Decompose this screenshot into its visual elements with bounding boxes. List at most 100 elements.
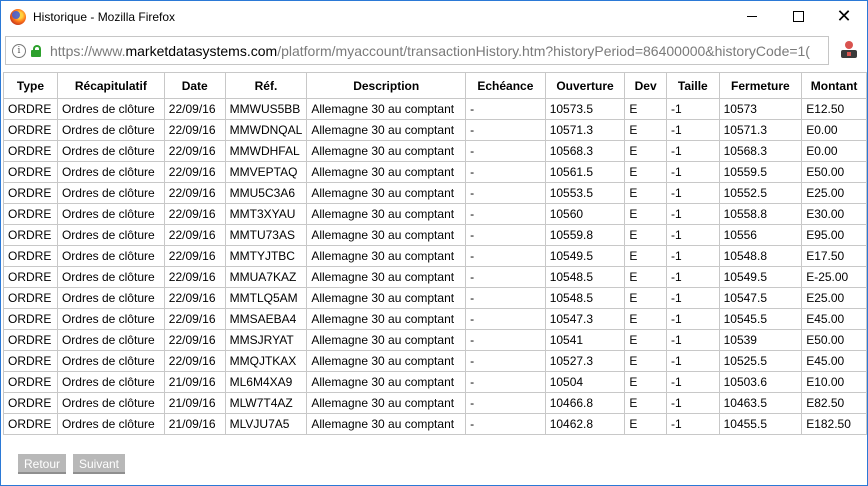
minimize-icon [747,16,757,17]
table-row: ORDRE Ordres de clôture 22/09/16 MMTU73AS Al… [3,224,867,246]
table-cell: E [624,266,667,288]
minimize-button[interactable] [729,1,775,32]
table-body: ORDRE Ordres de clôture 22/09/16 MMWUS5BB Al… [3,98,867,435]
table-header-row: Type Récapitulatif Date Réf. Description Eché… [3,72,867,99]
table-cell: E [624,161,667,183]
table-row: ORDRE Ordres de clôture 22/09/16 MMUA7KAZ Al… [3,266,867,288]
table-cell: E [624,98,667,120]
table-cell: 10455.5 [718,413,803,435]
table-row: ORDRE Ordres de clôture 22/09/16 MMT3XYAU Al… [3,203,867,225]
table-cell: Ordres de clôture [56,140,165,162]
table-cell: 10560 [544,203,626,225]
table-cell: Allemagne 30 au comptant [306,329,467,351]
table-cell: Ordres de clôture [56,119,165,141]
table-cell: E25.00 [801,182,867,204]
table-cell: E0.00 [801,140,867,162]
table-cell: MMVEPTAQ [224,161,308,183]
close-button[interactable]: ✕ [821,1,867,32]
table-cell: 10548.8 [718,245,803,267]
table-cell: ORDRE [3,245,58,267]
table-cell: Allemagne 30 au comptant [306,140,467,162]
table-row: ORDRE Ordres de clôture 22/09/16 MMWDHFAL Al… [3,140,867,162]
table-cell: - [465,392,546,414]
table-cell: E [624,413,667,435]
table-cell: 10525.5 [718,350,803,372]
table-cell: 10462.8 [544,413,626,435]
table-cell: ORDRE [3,371,58,393]
lock-icon[interactable] [31,44,41,57]
table-cell: - [465,350,546,372]
table-cell: 10548.5 [544,266,626,288]
table-cell: E50.00 [801,161,867,183]
prev-page-button[interactable]: Retour [18,454,66,474]
table-cell: 21/09/16 [163,371,226,393]
table-cell: Ordres de clôture [56,413,165,435]
table-cell: 22/09/16 [163,350,226,372]
table-cell: Allemagne 30 au comptant [306,350,467,372]
table-cell: 10548.5 [544,287,626,309]
table-cell: 10561.5 [544,161,626,183]
table-cell: -1 [666,98,720,120]
table-cell: Ordres de clôture [56,266,165,288]
table-cell: 10556 [718,224,803,246]
column-header: Récapitulatif [56,72,165,99]
table-cell: Ordres de clôture [56,161,165,183]
table-cell: 10571.3 [544,119,626,141]
table-cell: E45.00 [801,350,867,372]
table-cell: MMTYJTBC [224,245,308,267]
maximize-icon [792,11,804,22]
title-bar[interactable]: Historique - Mozilla Firefox ✕ [1,1,867,32]
table-cell: 22/09/16 [163,224,226,246]
table-cell: MMWDHFAL [224,140,308,162]
table-cell: 22/09/16 [163,182,226,204]
table-cell: 22/09/16 [163,119,226,141]
table-cell: -1 [666,413,720,435]
table-cell: 10466.8 [544,392,626,414]
table-cell: 22/09/16 [163,161,226,183]
table-cell: ORDRE [3,413,58,435]
table-cell: 10553.5 [544,182,626,204]
table-row: ORDRE Ordres de clôture 21/09/16 MLW7T4AZ Al… [3,392,867,414]
next-page-button[interactable]: Suivant [73,454,125,474]
table-cell: E25.00 [801,287,867,309]
column-header: Date [163,72,226,99]
table-cell: MMU5C3A6 [224,182,308,204]
table-cell: -1 [666,182,720,204]
window-title: Historique - Mozilla Firefox [33,9,176,24]
transaction-history-table: Type Récapitulatif Date Réf. Description Eché… [3,72,867,435]
table-cell: 22/09/16 [163,266,226,288]
column-header: Dev [624,72,667,99]
extension-icon[interactable] [839,40,859,60]
table-cell: 10527.3 [544,350,626,372]
window-controls: ✕ [729,1,867,32]
table-cell: E95.00 [801,224,867,246]
table-cell: MMWUS5BB [224,98,308,120]
column-header: Description [306,72,467,99]
table-row: ORDRE Ordres de clôture 22/09/16 MMTYJTBC Al… [3,245,867,267]
table-cell: -1 [666,308,720,330]
table-cell: E [624,350,667,372]
url-path: /platform/myaccount/transactionHistory.h… [277,42,810,59]
table-cell: E30.00 [801,203,867,225]
table-cell: E-25.00 [801,266,867,288]
url-text[interactable]: https://www.marketdatasystems.com/platfo… [50,43,810,59]
table-cell: 10547.3 [544,308,626,330]
table-cell: MMTLQ5AM [224,287,308,309]
url-bar[interactable]: i https://www.marketdatasystems.com/plat… [5,36,829,65]
table-cell: ORDRE [3,287,58,309]
column-header: Ouverture [544,72,626,99]
table-cell: 22/09/16 [163,140,226,162]
table-cell: Ordres de clôture [56,329,165,351]
table-cell: - [465,329,546,351]
table-cell: Allemagne 30 au comptant [306,98,467,120]
column-header: Montant [801,72,867,99]
maximize-button[interactable] [775,1,821,32]
url-domain: marketdatasystems.com [125,42,278,59]
site-info-icon[interactable]: i [12,43,26,58]
table-cell: Allemagne 30 au comptant [306,392,467,414]
table-cell: 10571.3 [718,119,803,141]
table-cell: -1 [666,245,720,267]
table-cell: ORDRE [3,329,58,351]
table-cell: -1 [666,329,720,351]
table-cell: - [465,140,546,162]
